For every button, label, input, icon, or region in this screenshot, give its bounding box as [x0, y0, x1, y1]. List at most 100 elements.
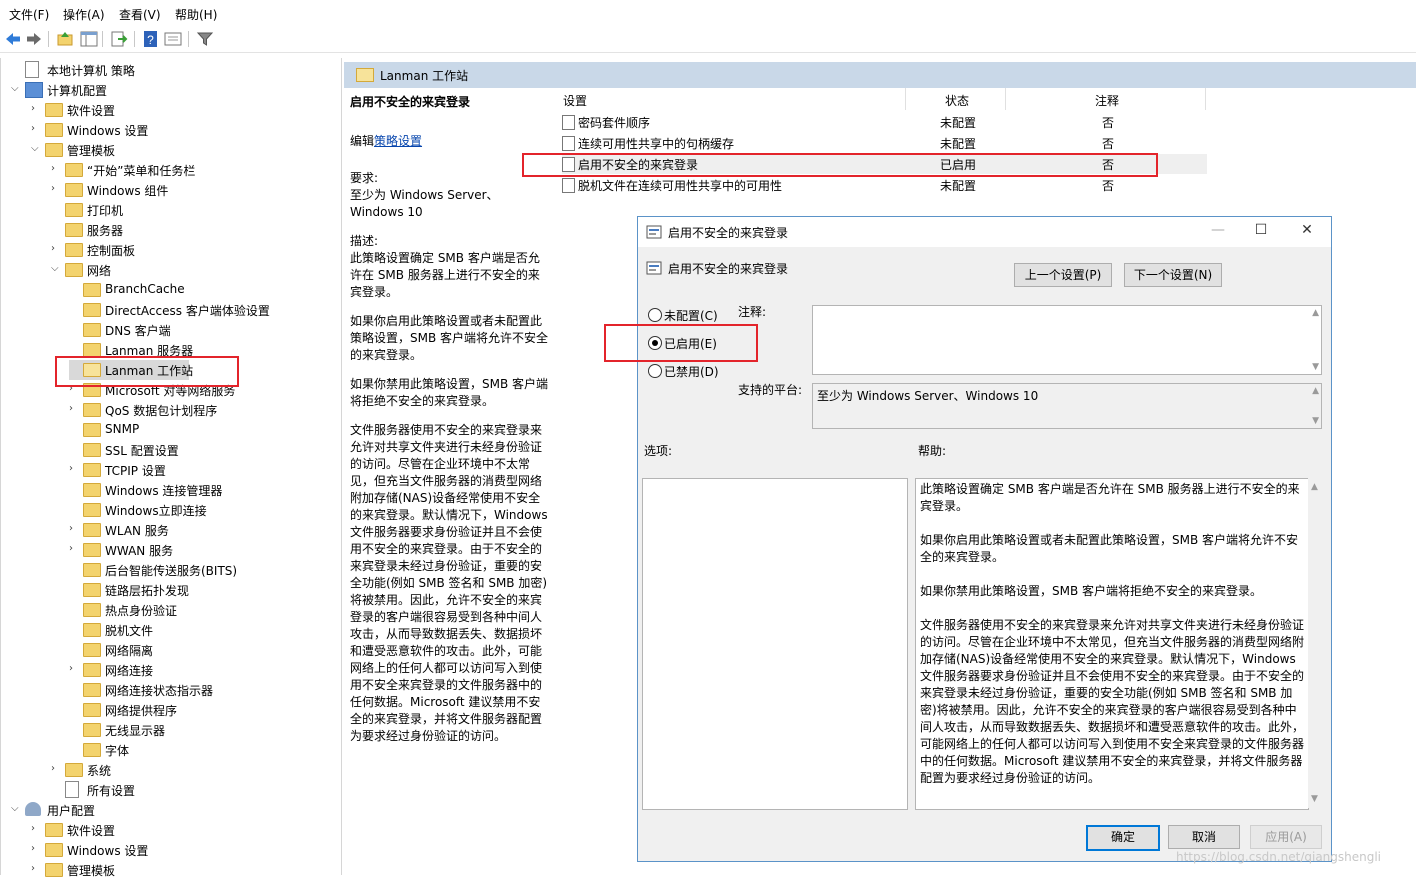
highlight-box-radio [604, 324, 758, 362]
folder-icon [45, 103, 63, 117]
next-setting-button[interactable]: 下一个设置(N) [1124, 263, 1222, 287]
tree-item-label: 网络连接状态指示器 [105, 684, 214, 698]
chevron-right-icon[interactable]: › [69, 523, 79, 534]
cancel-button[interactable]: 取消 [1168, 825, 1240, 849]
menu-file[interactable]: 文件(F) [9, 6, 49, 23]
pane-header-title: Lanman 工作站 [380, 69, 469, 83]
folder-icon [83, 303, 101, 317]
help-paragraph: 文件服务器使用不安全的来宾登录来允许对共享文件夹进行未经身份验证的访问。尽管在企… [920, 618, 1305, 785]
minimize-icon[interactable]: — [1208, 222, 1228, 240]
chevron-right-icon[interactable]: › [51, 163, 61, 174]
filter-icon[interactable] [196, 30, 214, 48]
properties-icon[interactable] [164, 30, 182, 48]
comment-textarea[interactable]: ▲ ▼ [812, 305, 1322, 375]
desc-paragraph: 文件服务器使用不安全的来宾登录来允许对共享文件夹进行未经身份验证的访问。尽管在企… [350, 423, 548, 743]
chevron-right-icon[interactable]: › [31, 843, 41, 854]
folder-icon [83, 583, 101, 597]
extended-description: 启用不安全的来宾登录 编辑策略设置 要求: 至少为 Windows Server… [350, 94, 550, 757]
list-item[interactable]: 密码套件顺序 未配置 否 [562, 112, 1207, 132]
chevron-down-icon[interactable]: ⌵ [31, 143, 41, 154]
tree-item-label: SNMP [105, 422, 140, 436]
tree-item-label: DirectAccess 客户端体验设置 [105, 304, 270, 318]
column-header-state[interactable]: 状态 [945, 92, 969, 109]
folder-icon [83, 743, 101, 757]
export-list-icon[interactable] [110, 30, 128, 48]
apply-button[interactable]: 应用(A) [1250, 825, 1322, 849]
chevron-right-icon[interactable]: › [31, 123, 41, 134]
menu-view[interactable]: 查看(V) [119, 6, 161, 23]
close-icon[interactable]: ✕ [1297, 222, 1317, 240]
folder-icon [83, 603, 101, 617]
menu-help[interactable]: 帮助(H) [175, 6, 217, 23]
help-scrollbar[interactable]: ▲ ▼ [1308, 478, 1322, 808]
user-icon [25, 802, 41, 816]
desc-paragraph: 如果你禁用此策略设置，SMB 客户端将拒绝不安全的来宾登录。 [350, 377, 549, 408]
ok-button[interactable]: 确定 [1086, 825, 1160, 851]
desc-title: 启用不安全的来宾登录 [350, 95, 471, 109]
policy-icon [65, 781, 79, 798]
tree-item-label: Windows 组件 [87, 184, 169, 198]
setting-name: 启用不安全的来宾登录 [668, 262, 789, 276]
chevron-right-icon[interactable]: › [69, 663, 79, 674]
setting-comment-cell: 否 [1102, 116, 1115, 130]
help-paragraph: 如果你启用此策略设置或者未配置此策略设置，SMB 客户端将允许不安全的来宾登录。 [920, 533, 1299, 564]
folder-icon [65, 223, 83, 237]
policy-dialog: 启用不安全的来宾登录 — ☐ ✕ 启用不安全的来宾登录 上一个设置(P) 下一个… [637, 216, 1332, 862]
chevron-right-icon[interactable]: › [51, 183, 61, 194]
setting-name-cell: 连续可用性共享中的句柄缓存 [578, 137, 735, 151]
tree-item-label: 软件设置 [67, 824, 116, 838]
radio-disabled[interactable] [648, 364, 662, 378]
radio-not-configured-label[interactable]: 未配置(C) [664, 307, 718, 324]
help-icon[interactable]: ? [142, 30, 160, 48]
folder-icon [65, 263, 83, 277]
desc-label: 描述: [350, 234, 379, 248]
tree-item-label: 所有设置 [87, 784, 136, 798]
tree-item-label: 网络连接 [105, 664, 154, 678]
chevron-right-icon[interactable]: › [51, 243, 61, 254]
maximize-icon[interactable]: ☐ [1251, 222, 1271, 240]
folder-icon [83, 423, 101, 437]
tree-item-label: BranchCache [105, 282, 185, 296]
previous-setting-button[interactable]: 上一个设置(P) [1014, 263, 1112, 287]
tree-item-label: 管理模板 [67, 864, 116, 878]
chevron-down-icon[interactable]: ⌵ [51, 263, 61, 274]
edit-prefix: 编辑 [350, 134, 375, 148]
column-header-setting[interactable]: 设置 [563, 92, 587, 109]
tree-item-label: 系统 [87, 764, 112, 778]
radio-not-configured[interactable] [648, 308, 662, 322]
highlight-box-tree [55, 356, 239, 387]
tree-item-label: 字体 [105, 744, 130, 758]
help-text: 此策略设置确定 SMB 客户端是否允许在 SMB 服务器上进行不安全的来宾登录。… [920, 481, 1308, 804]
chevron-right-icon[interactable]: › [69, 403, 79, 414]
tree-item-label: 热点身份验证 [105, 604, 178, 618]
chevron-right-icon[interactable]: › [69, 543, 79, 554]
list-item[interactable]: 脱机文件在连续可用性共享中的可用性 未配置 否 [562, 175, 1207, 195]
list-item[interactable]: 连续可用性共享中的句柄缓存 未配置 否 [562, 133, 1207, 153]
folder-icon [45, 123, 63, 137]
setting-name-cell: 密码套件顺序 [578, 116, 651, 130]
tree-item-label: 管理模板 [67, 144, 116, 158]
forward-arrow-icon[interactable] [25, 30, 43, 48]
chevron-down-icon[interactable]: ⌵ [11, 83, 21, 94]
edit-policy-link[interactable]: 策略设置 [374, 134, 422, 148]
chevron-right-icon[interactable]: › [31, 103, 41, 114]
chevron-right-icon[interactable]: › [51, 763, 61, 774]
tree-item-label: Windows立即连接 [105, 504, 207, 518]
chevron-right-icon[interactable]: › [31, 863, 41, 874]
menu-action[interactable]: 操作(A) [63, 6, 105, 23]
chevron-right-icon[interactable]: › [69, 463, 79, 474]
tree-item-label: SSL 配置设置 [105, 444, 179, 458]
chevron-right-icon[interactable]: › [31, 823, 41, 834]
folder-icon [65, 183, 83, 197]
show-hide-tree-icon[interactable] [80, 30, 98, 48]
column-header-comment[interactable]: 注释 [1095, 92, 1119, 109]
folder-icon [356, 68, 374, 82]
radio-disabled-label[interactable]: 已禁用(D) [664, 363, 719, 380]
chevron-down-icon[interactable]: ⌵ [11, 803, 21, 814]
platform-label: 支持的平台: [738, 383, 803, 397]
folder-icon [83, 563, 101, 577]
folder-icon [65, 163, 83, 177]
setting-state-cell: 未配置 [940, 179, 977, 193]
up-folder-icon[interactable] [56, 30, 74, 48]
back-arrow-icon[interactable] [4, 30, 22, 48]
